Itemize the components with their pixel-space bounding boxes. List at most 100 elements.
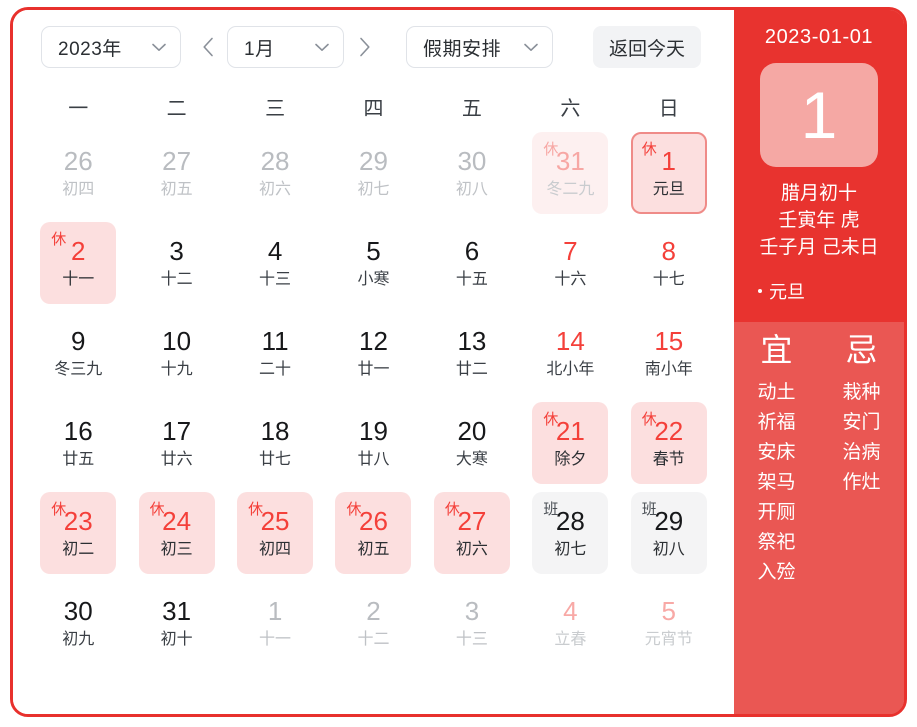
day-lunar-label: 二十: [259, 361, 292, 378]
sidebar-festival: 元旦: [758, 278, 805, 304]
day-number: 7: [563, 236, 578, 266]
day-lunar-label: 十一: [62, 271, 95, 288]
day-cell[interactable]: 休 27 初六: [433, 492, 510, 574]
day-cell[interactable]: 28 初六: [237, 132, 313, 214]
day-cell[interactable]: 班 28 初七: [532, 492, 609, 574]
day-lunar-label: 立春: [554, 631, 587, 648]
day-number: 26: [359, 506, 388, 536]
yi-title: 宜: [760, 331, 793, 368]
day-lunar-label: 初七: [554, 541, 587, 558]
day-cell-selected[interactable]: 休 1 元旦: [630, 132, 707, 214]
back-to-today-button[interactable]: 返回今天: [593, 26, 702, 68]
chevron-down-icon: [315, 43, 329, 52]
day-cell[interactable]: 3 十三: [434, 582, 510, 664]
day-cell[interactable]: 休 31 冬二九: [532, 132, 609, 214]
day-number: 15: [654, 326, 684, 356]
day-cell[interactable]: 19 廿八: [335, 402, 411, 484]
day-cell[interactable]: 18 廿七: [237, 402, 313, 484]
day-number: 2: [366, 596, 381, 626]
day-lunar-label: 十七: [652, 271, 685, 288]
next-month-button[interactable]: [348, 26, 382, 68]
day-cell-slot: 5 小寒: [324, 218, 422, 308]
day-cell[interactable]: 休 26 初五: [335, 492, 412, 574]
day-cell[interactable]: 30 初九: [40, 582, 116, 664]
day-lunar-label: 元旦: [652, 181, 685, 198]
day-cell[interactable]: 5 元宵节: [631, 582, 707, 664]
day-lunar-label: 十二: [160, 271, 193, 288]
day-cell[interactable]: 11 二十: [237, 312, 313, 394]
day-cell-slot: 2 十二: [324, 578, 422, 668]
day-cell-slot: 4 十三: [226, 218, 324, 308]
day-lunar-label: 十五: [455, 271, 488, 288]
day-cell[interactable]: 26 初四: [40, 132, 116, 214]
holiday-arrangement-select[interactable]: 假期安排: [406, 26, 553, 68]
weekday-label: 四: [363, 97, 384, 120]
day-cell[interactable]: 29 初七: [335, 132, 411, 214]
month-select-label: 1月: [244, 38, 275, 60]
day-cell[interactable]: 17 廿六: [139, 402, 215, 484]
day-cell[interactable]: 16 廿五: [40, 402, 116, 484]
day-cell[interactable]: 7 十六: [532, 222, 608, 304]
day-cell[interactable]: 休 23 初二: [40, 492, 117, 574]
day-cell[interactable]: 8 十七: [631, 222, 707, 304]
day-cell[interactable]: 30 初八: [434, 132, 510, 214]
day-cell[interactable]: 10 十九: [139, 312, 215, 394]
day-cell[interactable]: 休 21 除夕: [532, 402, 609, 484]
day-cell[interactable]: 20 大寒: [434, 402, 510, 484]
day-cell[interactable]: 13 廿二: [434, 312, 510, 394]
day-cell[interactable]: 3 十二: [139, 222, 215, 304]
day-lunar-label: 廿七: [259, 451, 292, 468]
day-cell[interactable]: 休 22 春节: [630, 402, 707, 484]
day-cell-slot: 休 27 初六: [423, 488, 521, 578]
holiday-badge: 休: [543, 141, 559, 158]
day-lunar-label: 初四: [259, 541, 292, 558]
day-cell-slot: 3 十二: [127, 218, 225, 308]
yi-item: 祭祀: [757, 531, 796, 553]
year-select[interactable]: 2023年: [41, 26, 181, 68]
day-lunar-label: 廿八: [357, 451, 390, 468]
day-cell-slot: 19 廿八: [324, 398, 422, 488]
day-cell-slot: 休 24 初三: [127, 488, 225, 578]
day-cell-slot: 11 二十: [226, 308, 324, 398]
day-cell-slot: 休 23 初二: [29, 488, 127, 578]
ji-column: 忌 栽种 安门 治病 作灶: [819, 334, 904, 714]
day-cell[interactable]: 休 2 十一: [40, 222, 117, 304]
day-cell[interactable]: 14 北小年: [532, 312, 608, 394]
day-number: 26: [63, 146, 93, 176]
day-number: 9: [70, 326, 86, 356]
day-cell[interactable]: 休 25 初四: [237, 492, 314, 574]
holiday-badge: 休: [641, 141, 657, 158]
day-cell-slot: 休 31 冬二九: [521, 128, 619, 218]
workday-badge: 班: [543, 501, 559, 518]
day-cell-slot: 30 初八: [423, 128, 521, 218]
day-number: 22: [654, 416, 684, 446]
day-cell[interactable]: 5 小寒: [335, 222, 411, 304]
day-cell[interactable]: 4 十三: [237, 222, 313, 304]
day-cell[interactable]: 6 十五: [434, 222, 510, 304]
holiday-badge: 休: [543, 411, 559, 428]
sidebar-ganzhi-month-day: 壬子月 己未日: [759, 236, 879, 258]
day-cell[interactable]: 2 十二: [335, 582, 411, 664]
prev-month-button[interactable]: [191, 26, 225, 68]
day-cell[interactable]: 班 29 初八: [630, 492, 707, 574]
day-cell[interactable]: 12 廿一: [335, 312, 411, 394]
day-lunar-label: 廿二: [455, 361, 488, 378]
chevron-left-icon: [202, 37, 214, 57]
holiday-badge: 休: [346, 501, 362, 518]
day-lunar-label: 十一: [259, 631, 292, 648]
day-number: 10: [162, 326, 192, 356]
day-number: 6: [464, 236, 480, 266]
day-cell[interactable]: 4 立春: [532, 582, 608, 664]
day-cell-slot: 6 十五: [423, 218, 521, 308]
day-cell[interactable]: 休 24 初三: [138, 492, 215, 574]
month-select[interactable]: 1月: [227, 26, 344, 68]
day-cell[interactable]: 15 南小年: [631, 312, 707, 394]
day-cell[interactable]: 31 初十: [139, 582, 215, 664]
day-cell[interactable]: 1 十一: [237, 582, 313, 664]
day-cell[interactable]: 9 冬三九: [40, 312, 116, 394]
day-cell-slot: 26 初四: [29, 128, 127, 218]
day-cell[interactable]: 27 初五: [139, 132, 215, 214]
day-lunar-label: 南小年: [644, 361, 693, 378]
day-lunar-label: 初三: [160, 541, 193, 558]
day-number: 18: [260, 416, 290, 446]
